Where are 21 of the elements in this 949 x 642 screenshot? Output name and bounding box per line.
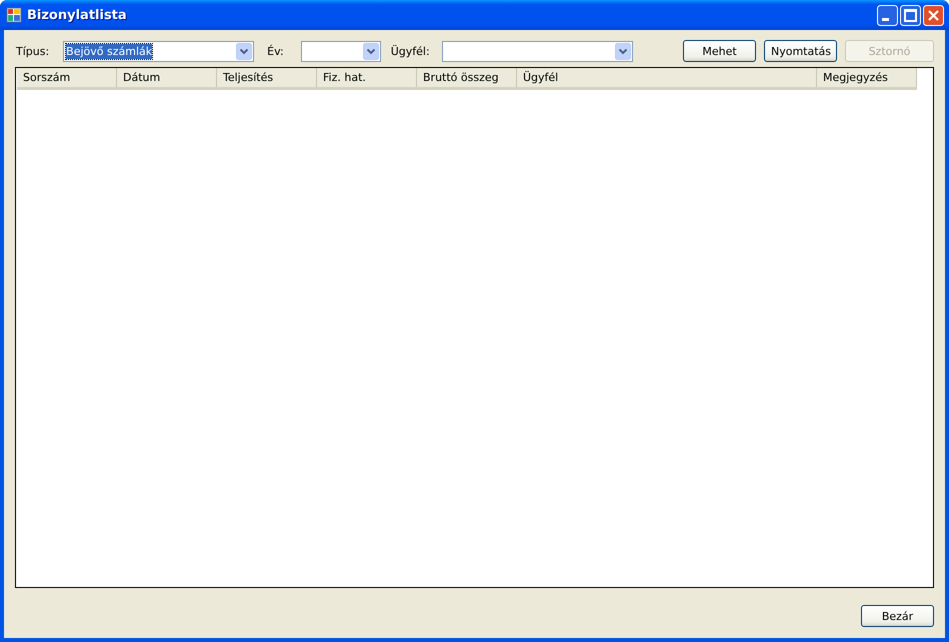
app-icon [6, 7, 22, 23]
maximize-button[interactable] [900, 4, 921, 26]
close-button[interactable] [923, 4, 944, 26]
window-title: Bizonylatlista [27, 8, 128, 22]
dropdown-field[interactable] [442, 40, 633, 62]
close-dialog-button[interactable]: Bezár [861, 605, 934, 627]
toolbar-button[interactable]: Nyomtatás [764, 40, 837, 62]
minimize-button[interactable] [877, 4, 898, 26]
column-header[interactable]: Sorszám [17, 68, 117, 87]
column-header[interactable]: Ügyfél [517, 68, 817, 87]
column-header[interactable]: Teljesítés [217, 68, 317, 87]
column-header[interactable]: Bruttó összeg [417, 68, 517, 87]
dropdown-field[interactable]: Bejövő számlák [63, 40, 254, 62]
field-label: Év: [267, 44, 284, 58]
field-label: Ügyfél: [390, 44, 430, 58]
column-header[interactable]: Megjegyzés [817, 68, 917, 87]
toolbar-button[interactable]: Mehet [683, 40, 756, 62]
column-header[interactable]: Dátum [117, 68, 217, 87]
column-header[interactable]: Fiz. hat. [317, 68, 417, 87]
field-label: Típus: [16, 44, 50, 58]
dropdown-field[interactable] [300, 40, 381, 62]
